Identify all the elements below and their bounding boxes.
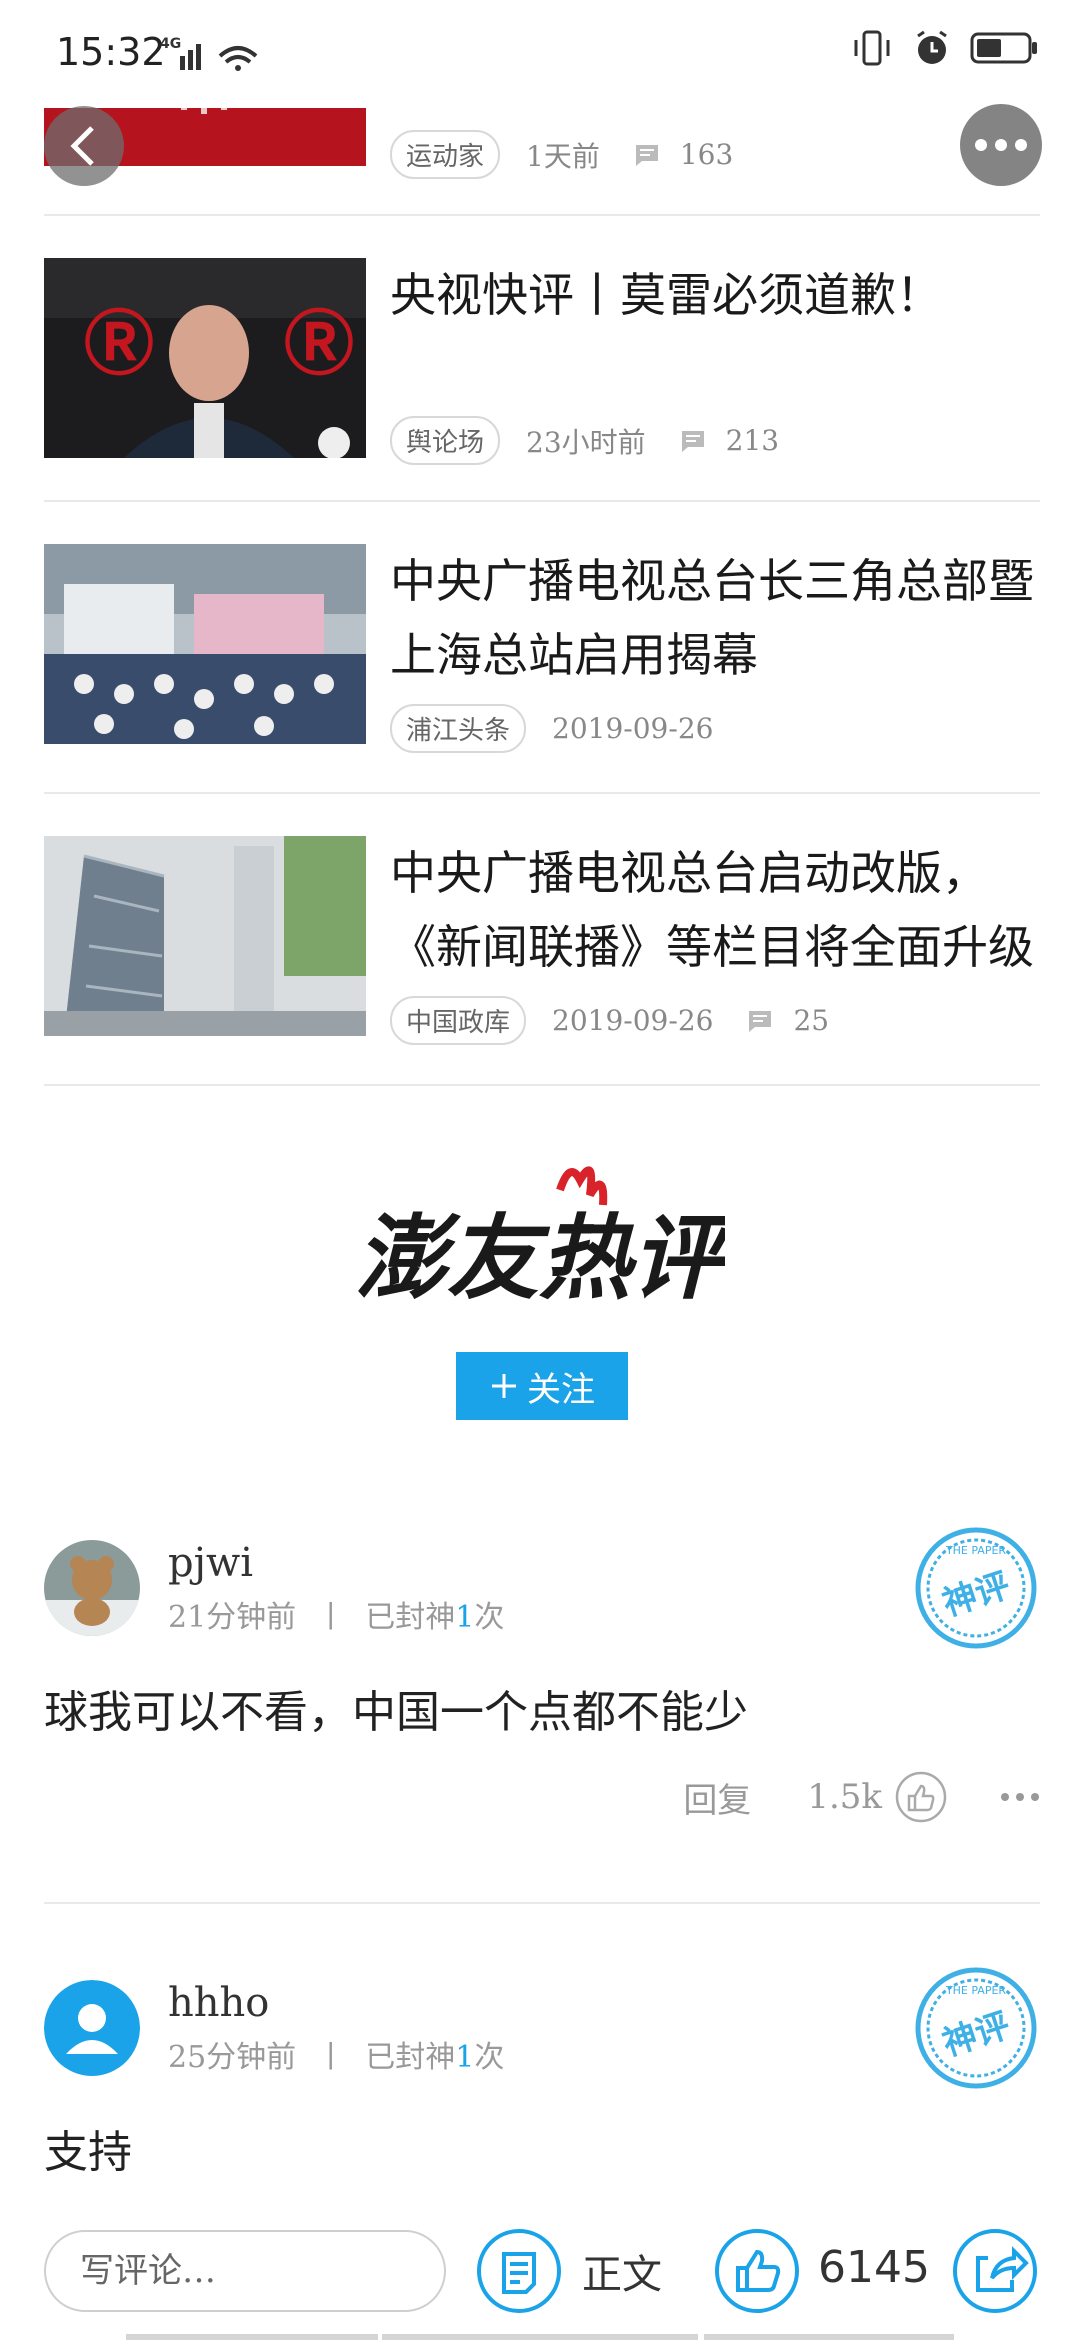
- divider: [44, 792, 1040, 794]
- hot-comments-logo: 澎友热评: [355, 1160, 736, 1340]
- divider: [44, 1902, 1040, 1904]
- sealed-suffix: 次: [474, 1600, 505, 1635]
- nav-indicator: [126, 2334, 378, 2340]
- comment-time: 25分钟前: [168, 2040, 297, 2075]
- avatar[interactable]: [44, 1540, 140, 1636]
- comment-item: hhho 25分钟前 丨 已封神1次 THE PAPER 神评 支持: [44, 1967, 1040, 2180]
- divider: [44, 500, 1040, 502]
- avatar[interactable]: [44, 1980, 140, 2076]
- svg-text:神评: 神评: [938, 1565, 1015, 1624]
- nav-indicator: [382, 2334, 698, 2340]
- thumbs-up-icon[interactable]: [894, 1770, 948, 1824]
- comment-time: 21分钟前: [168, 1600, 297, 1635]
- article-time: 1天前: [526, 139, 600, 173]
- comment-username[interactable]: hhho: [168, 1980, 269, 2026]
- divider: [44, 1084, 1040, 1086]
- sealed-suffix: 次: [474, 2040, 505, 2075]
- like-count: 1.5k: [807, 1777, 882, 1817]
- article-thumbnail: [44, 836, 366, 1036]
- comment-text: 球我可以不看，中国一个点都不能少: [44, 1687, 748, 1738]
- svg-text:神评: 神评: [938, 2005, 1015, 2064]
- article-title: 中央广播电视总台长三角总部暨上海总站启用揭幕: [390, 554, 1034, 682]
- back-button[interactable]: [44, 106, 124, 186]
- dot: [1015, 139, 1027, 151]
- svg-text:Ⓡ: Ⓡ: [284, 303, 354, 385]
- comment-icon: [635, 144, 658, 166]
- svg-text:4G: 4G: [160, 36, 181, 52]
- plus-icon: [492, 1374, 516, 1398]
- article-thumbnail: [44, 544, 366, 744]
- vibrate-icon: [854, 30, 890, 66]
- comment-icon: [681, 430, 704, 452]
- comment-meta: 25分钟前 丨 已封神1次: [168, 2032, 504, 2076]
- svg-text:THE PAPER: THE PAPER: [945, 1984, 1006, 1997]
- news-item[interactable]: Ⓡ Ⓡ 央视快评丨莫雷必须道歉！ 舆论场 23小时前 213: [44, 258, 1040, 465]
- alarm-icon: [917, 30, 947, 64]
- status-bar: 15:32 4G: [0, 0, 1080, 108]
- share-icon[interactable]: [952, 2228, 1038, 2314]
- svg-text:THE PAPER: THE PAPER: [945, 1544, 1006, 1557]
- comment-item: pjwi 21分钟前 丨 已封神1次 THE PAPER 神评 球我可以不看，中…: [44, 1527, 1040, 1840]
- svg-text:Ⓡ: Ⓡ: [84, 303, 154, 385]
- sealed-count: 1: [455, 1600, 475, 1635]
- cellular-signal-icon: 4G: [160, 34, 270, 78]
- article-meta: 中国政库 2019-09-26 25: [390, 996, 829, 1045]
- sealed-count: 1: [455, 2040, 475, 2075]
- more-icon[interactable]: [1000, 1792, 1040, 1802]
- svg-text:澎友热评: 澎友热评: [355, 1204, 725, 1312]
- god-comment-badge-icon: THE PAPER 神评: [912, 1524, 1040, 1652]
- more-options-button[interactable]: [960, 104, 1042, 186]
- like-count: 6145: [818, 2242, 930, 2293]
- sealed-prefix: 已封神: [365, 2040, 456, 2075]
- sealed-prefix: 已封神: [365, 1600, 456, 1635]
- god-comment-badge-icon: THE PAPER 神评: [912, 1964, 1040, 2092]
- bottom-action-bar: 写评论… 正文 6145: [0, 2210, 1080, 2340]
- status-icons: [850, 28, 1040, 68]
- comment-meta: 21分钟前 丨 已封神1次: [168, 1592, 504, 1636]
- divider: [44, 214, 1040, 216]
- status-time: 15:32: [56, 30, 166, 74]
- source-tag[interactable]: 运动家: [390, 130, 501, 179]
- comment-actions: 回复 1.5k: [683, 1770, 1040, 1824]
- article-time: 23小时前: [526, 425, 646, 459]
- article-title: 央视快评丨莫雷必须道歉！: [390, 268, 942, 322]
- article-meta: 运动家 1天前 163: [390, 130, 733, 179]
- meta-separator: 丨: [315, 1600, 346, 1635]
- follow-button[interactable]: 关注: [456, 1352, 628, 1420]
- write-comment-input[interactable]: 写评论…: [44, 2230, 446, 2312]
- news-item[interactable]: 中央广播电视总台启动改版，《新闻联播》等栏目将全面升级 中国政库 2019-09…: [44, 836, 1040, 1045]
- dot: [975, 139, 987, 151]
- news-item[interactable]: 中央广播电视总台长三角总部暨上海总站启用揭幕 浦江头条 2019-09-26: [44, 544, 1040, 753]
- article-meta: 舆论场 23小时前 213: [390, 416, 779, 465]
- article-time: 2019-09-26: [552, 712, 714, 745]
- article-meta: 浦江头条 2019-09-26: [390, 704, 747, 753]
- chevron-left-icon: [70, 126, 94, 166]
- thumbs-up-icon[interactable]: [714, 2228, 800, 2314]
- dot: [995, 139, 1007, 151]
- source-tag[interactable]: 舆论场: [390, 416, 501, 465]
- comment-count: 213: [725, 424, 780, 457]
- reply-button[interactable]: 回复: [683, 1773, 751, 1822]
- article-thumbnail: Ⓡ Ⓡ: [44, 258, 366, 458]
- comment-username[interactable]: pjwi: [168, 1540, 253, 1586]
- comment-icon: [749, 1010, 772, 1032]
- comment-count: 25: [793, 1004, 830, 1037]
- source-tag[interactable]: 中国政库: [390, 996, 527, 1045]
- article-time: 2019-09-26: [552, 1004, 714, 1037]
- battery-icon: [970, 32, 1037, 64]
- article-icon[interactable]: [476, 2228, 562, 2314]
- source-tag[interactable]: 浦江头条: [390, 704, 527, 753]
- article-title: 中央广播电视总台启动改版，《新闻联播》等栏目将全面升级: [390, 846, 1034, 974]
- article-label[interactable]: 正文: [582, 2242, 662, 2300]
- comment-text: 支持: [44, 2127, 132, 2178]
- meta-separator: 丨: [315, 2040, 346, 2075]
- comment-count: 163: [679, 138, 734, 171]
- nav-indicator: [704, 2334, 954, 2340]
- follow-label: 关注: [527, 1369, 595, 1410]
